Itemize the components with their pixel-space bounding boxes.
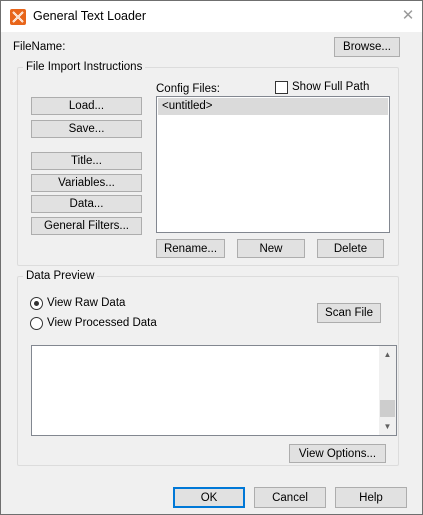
close-icon[interactable]: ✕ [399, 6, 417, 26]
general-filters-button[interactable]: General Filters... [31, 217, 142, 235]
scroll-up-icon[interactable]: ▲ [379, 346, 396, 363]
new-button[interactable]: New [237, 239, 305, 258]
browse-button[interactable]: Browse... [334, 37, 400, 57]
variables-button[interactable]: Variables... [31, 174, 142, 192]
list-item[interactable]: <untitled> [158, 98, 388, 115]
scan-file-button[interactable]: Scan File [317, 303, 381, 323]
app-icon [10, 9, 26, 25]
view-processed-data-radio[interactable] [30, 317, 43, 330]
data-preview-textbox[interactable]: ▲ ▼ [31, 345, 397, 436]
file-import-legend: File Import Instructions [26, 61, 143, 73]
config-files-list[interactable]: <untitled> [156, 96, 390, 233]
title-bar: General Text Loader ✕ [1, 1, 422, 32]
rename-button[interactable]: Rename... [156, 239, 225, 258]
save-button[interactable]: Save... [31, 120, 142, 138]
show-full-path-label[interactable]: Show Full Path [292, 81, 369, 93]
view-processed-data-label[interactable]: View Processed Data [47, 317, 157, 329]
view-options-button[interactable]: View Options... [289, 444, 386, 463]
scroll-thumb[interactable] [380, 400, 395, 417]
view-raw-data-label[interactable]: View Raw Data [47, 297, 125, 309]
data-preview-legend: Data Preview [26, 270, 95, 282]
help-button[interactable]: Help [335, 487, 407, 508]
config-files-label: Config Files: [156, 83, 220, 95]
window-title: General Text Loader [33, 9, 147, 23]
view-raw-data-radio[interactable] [30, 297, 43, 310]
scroll-down-icon[interactable]: ▼ [379, 418, 396, 435]
data-button[interactable]: Data... [31, 195, 142, 213]
title-button[interactable]: Title... [31, 152, 142, 170]
delete-button[interactable]: Delete [317, 239, 384, 258]
radio-selected-dot [34, 301, 39, 306]
show-full-path-checkbox[interactable] [275, 81, 288, 94]
cancel-button[interactable]: Cancel [254, 487, 326, 508]
filename-label: FileName: [13, 41, 66, 53]
ok-button[interactable]: OK [173, 487, 245, 508]
load-button[interactable]: Load... [31, 97, 142, 115]
dialog-window: General Text Loader ✕ FileName: Browse..… [0, 0, 423, 515]
preview-vertical-scrollbar[interactable]: ▲ ▼ [379, 346, 396, 435]
